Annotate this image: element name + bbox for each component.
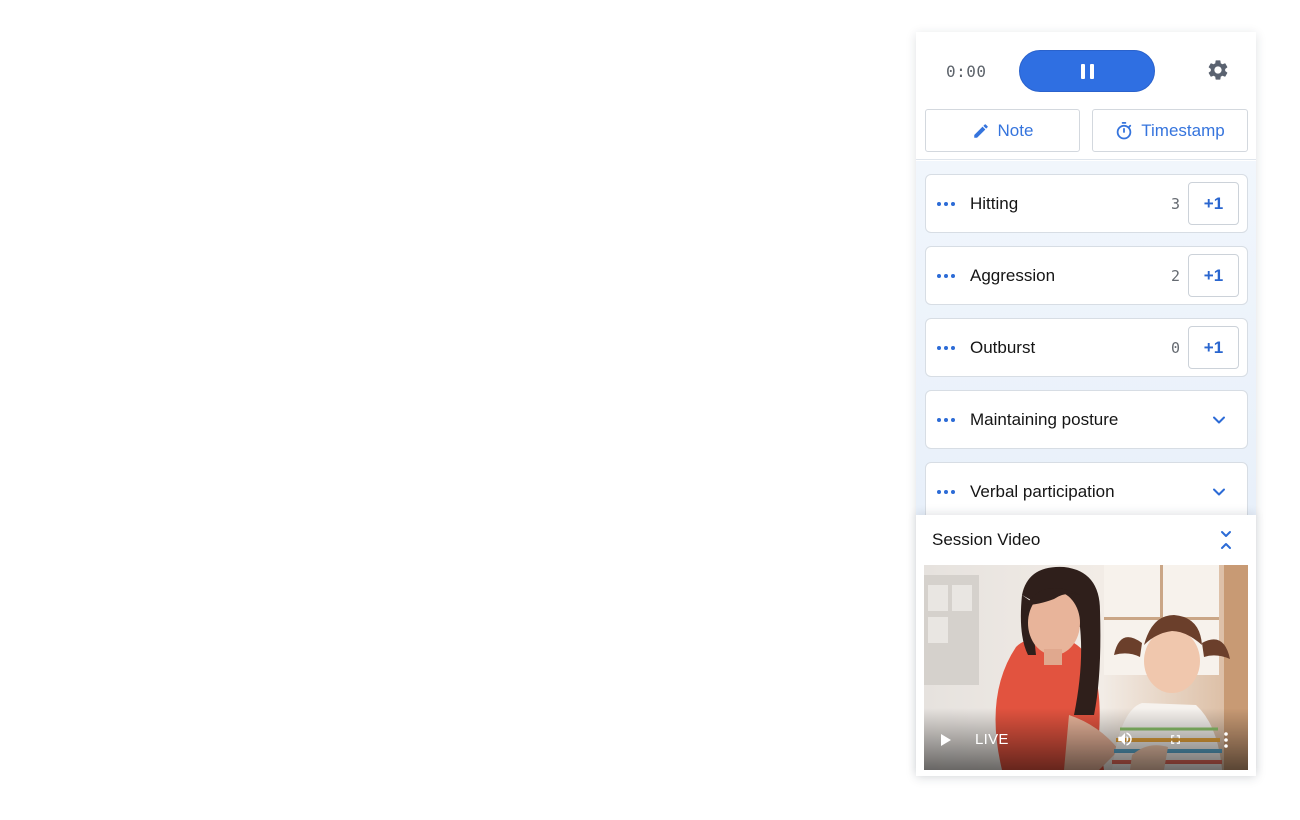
behavior-row-outburst: Outburst 0 +1 bbox=[925, 318, 1248, 377]
pause-button[interactable] bbox=[1019, 50, 1155, 92]
behavior-label: Aggression bbox=[970, 266, 1056, 285]
behavior-row-maintaining-posture[interactable]: Maintaining posture bbox=[925, 390, 1248, 449]
stopwatch-icon bbox=[1116, 121, 1132, 139]
ellipsis-icon[interactable] bbox=[937, 272, 957, 280]
note-button[interactable]: Note bbox=[925, 109, 1080, 152]
video-player[interactable]: LIVE bbox=[924, 565, 1248, 770]
fullscreen-icon[interactable] bbox=[1168, 732, 1183, 747]
kebab-menu-icon[interactable] bbox=[1222, 731, 1230, 749]
pencil-icon bbox=[973, 123, 988, 138]
play-icon[interactable] bbox=[940, 733, 952, 747]
chevron-down-icon[interactable] bbox=[1212, 485, 1226, 499]
video-title: Session Video bbox=[932, 530, 1041, 549]
ellipsis-icon[interactable] bbox=[937, 344, 957, 352]
session-video-section: Session Video LIVE bbox=[916, 515, 1256, 776]
volume-icon[interactable] bbox=[1115, 730, 1135, 748]
pause-icon bbox=[1080, 63, 1094, 79]
timestamp-button[interactable]: Timestamp bbox=[1092, 109, 1248, 152]
ellipsis-icon[interactable] bbox=[937, 200, 957, 208]
collapse-icon[interactable] bbox=[1218, 529, 1234, 551]
note-label: Note bbox=[997, 120, 1034, 140]
behavior-row-aggression: Aggression 2 +1 bbox=[925, 246, 1248, 305]
session-timer: 0:00 bbox=[946, 62, 987, 81]
chevron-down-icon[interactable] bbox=[1212, 413, 1226, 427]
gear-icon[interactable] bbox=[1206, 58, 1230, 82]
behavior-label: Hitting bbox=[970, 194, 1019, 213]
behavior-label: Outburst bbox=[970, 338, 1036, 357]
video-controls bbox=[924, 708, 1248, 770]
behavior-count: 3 bbox=[1170, 195, 1180, 213]
increment-button[interactable]: +1 bbox=[1188, 326, 1239, 369]
behavior-label: Verbal participation bbox=[970, 482, 1115, 501]
behavior-label: Maintaining posture bbox=[970, 410, 1119, 429]
ellipsis-icon[interactable] bbox=[937, 488, 957, 496]
session-controls: 0:00 Note Timestamp bbox=[916, 32, 1256, 160]
increment-button[interactable]: +1 bbox=[1188, 254, 1239, 297]
session-panel: 0:00 Note Timestamp Hitting 3 +1 Aggress… bbox=[916, 32, 1256, 776]
live-indicator: LIVE bbox=[975, 731, 1009, 748]
behavior-row-hitting: Hitting 3 +1 bbox=[925, 174, 1248, 233]
ellipsis-icon[interactable] bbox=[937, 416, 957, 424]
behavior-list: Hitting 3 +1 Aggression 2 +1 Outburst 0 … bbox=[916, 161, 1256, 515]
behavior-count: 0 bbox=[1170, 339, 1180, 357]
increment-button[interactable]: +1 bbox=[1188, 182, 1239, 225]
behavior-count: 2 bbox=[1170, 267, 1180, 285]
behavior-row-verbal-participation[interactable]: Verbal participation bbox=[925, 462, 1248, 515]
timestamp-label: Timestamp bbox=[1141, 120, 1225, 140]
